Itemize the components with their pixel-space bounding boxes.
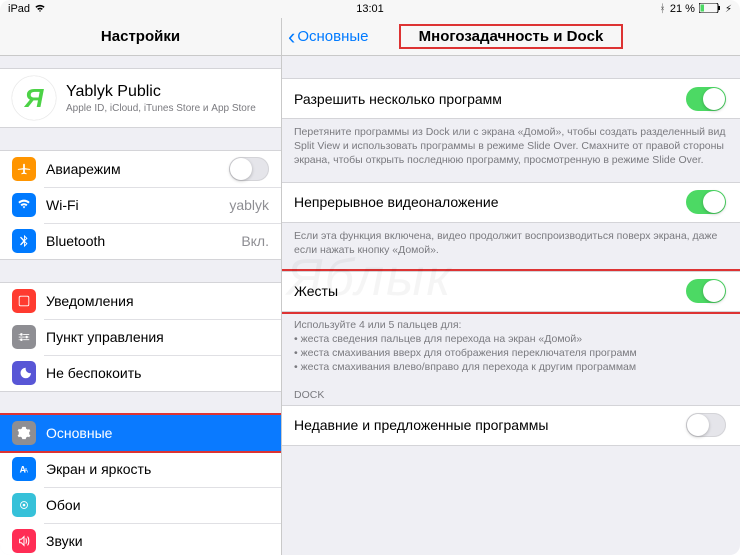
- sidebar-item-wallpaper[interactable]: Обои: [0, 487, 281, 523]
- bluetooth-icon: [12, 229, 36, 253]
- sidebar-item-notifications[interactable]: Уведомления: [0, 283, 281, 319]
- wallpaper-icon: [12, 493, 36, 517]
- allow-multiple-toggle[interactable]: [686, 87, 726, 111]
- bluetooth-value: Вкл.: [241, 233, 269, 249]
- display-icon: AA: [12, 457, 36, 481]
- gestures-desc: Используйте 4 или 5 пальцев для: • жеста…: [282, 312, 740, 375]
- pip-desc: Если эта функция включена, видео продолж…: [282, 223, 740, 257]
- wifi-status-icon: [34, 3, 46, 16]
- gestures-row[interactable]: Жесты: [282, 272, 740, 311]
- pip-row[interactable]: Непрерывное видеоналожение: [282, 183, 740, 222]
- sidebar-item-control-center[interactable]: Пункт управления: [0, 319, 281, 355]
- battery-percent: 21 %: [670, 3, 695, 15]
- sidebar-item-display[interactable]: AA Экран и яркость: [0, 451, 281, 487]
- device-label: iPad: [8, 3, 30, 15]
- dock-recents-row[interactable]: Недавние и предложенные программы: [282, 406, 740, 445]
- sidebar-item-sounds[interactable]: Звуки: [0, 523, 281, 555]
- left-header: Настройки: [0, 18, 281, 56]
- sidebar-item-airplane[interactable]: Авиарежим: [0, 151, 281, 187]
- clock: 13:01: [356, 3, 384, 15]
- settings-title: Настройки: [101, 28, 180, 45]
- control-center-icon: [12, 325, 36, 349]
- dnd-icon: [12, 361, 36, 385]
- allow-multiple-row[interactable]: Разрешить несколько программ: [282, 79, 740, 118]
- right-header: ‹ Основные Многозадачность и Dock: [282, 18, 740, 56]
- wifi-value: yablyk: [229, 197, 269, 213]
- gear-icon: [12, 421, 36, 445]
- dock-recents-toggle[interactable]: [686, 413, 726, 437]
- sidebar-item-bluetooth[interactable]: Bluetooth Вкл.: [0, 223, 281, 259]
- profile-name: Yablyk Public: [66, 83, 256, 101]
- detail-title: Многозадачность и Dock: [399, 24, 624, 49]
- back-label: Основные: [297, 28, 368, 45]
- wifi-icon: [12, 193, 36, 217]
- sidebar-item-general[interactable]: Основные: [0, 415, 281, 451]
- profile-row[interactable]: Я Yablyk Public Apple ID, iCloud, iTunes…: [0, 69, 281, 127]
- airplane-icon: [12, 157, 36, 181]
- sidebar-item-wifi[interactable]: Wi-Fi yablyk: [0, 187, 281, 223]
- chevron-left-icon: ‹: [288, 26, 295, 48]
- status-bar: iPad 13:01 ᚼ 21 % ⚡︎: [0, 0, 740, 18]
- bluetooth-status-icon: ᚼ: [659, 3, 666, 15]
- avatar: Я: [12, 76, 56, 120]
- svg-text:A: A: [24, 468, 29, 475]
- profile-sub: Apple ID, iCloud, iTunes Store и App Sto…: [66, 103, 256, 114]
- sounds-icon: [12, 529, 36, 553]
- battery-icon: [699, 3, 721, 16]
- charging-icon: ⚡︎: [725, 4, 732, 15]
- gestures-toggle[interactable]: [686, 279, 726, 303]
- allow-multiple-desc: Перетяните программы из Dock или с экран…: [282, 119, 740, 168]
- pip-toggle[interactable]: [686, 190, 726, 214]
- dock-section-label: DOCK: [282, 375, 740, 405]
- back-button[interactable]: ‹ Основные: [288, 26, 369, 48]
- notifications-icon: [12, 289, 36, 313]
- sidebar-item-dnd[interactable]: Не беспокоить: [0, 355, 281, 391]
- airplane-toggle[interactable]: [229, 157, 269, 181]
